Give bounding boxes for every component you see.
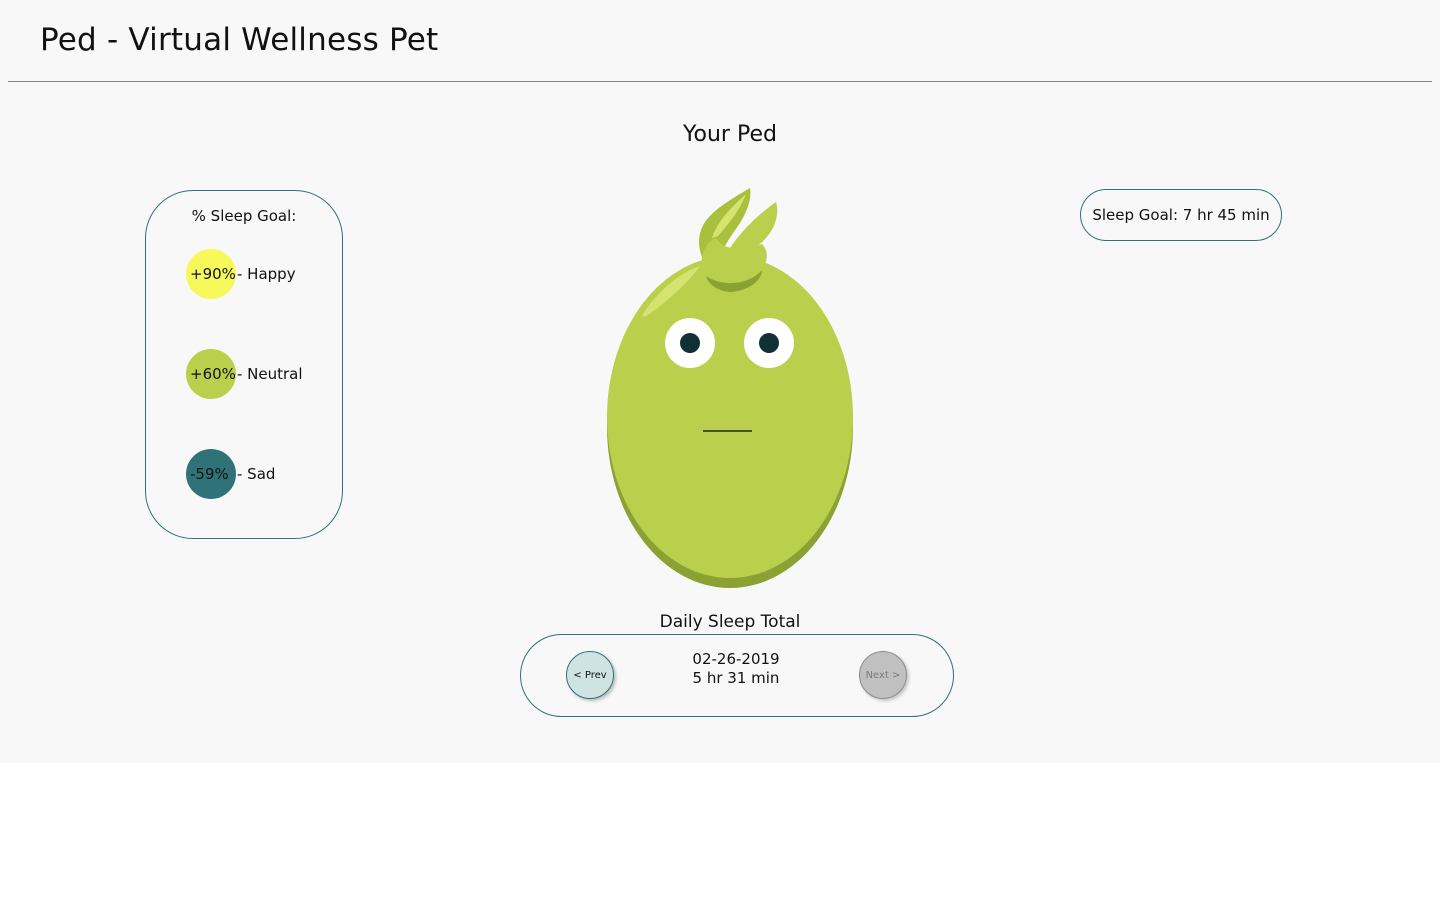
legend-item-neutral: +60% - Neutral [186, 349, 303, 399]
sleep-goal-legend: % Sleep Goal: +90% - Happy +60% - Neutra… [145, 190, 343, 539]
section-title: Your Ped [683, 122, 777, 147]
app-title: Ped - Virtual Wellness Pet [40, 22, 439, 58]
sleep-goal-badge: Sleep Goal: 7 hr 45 min [1080, 189, 1282, 241]
daily-sleep-total-label: Daily Sleep Total [659, 612, 801, 632]
legend-pct-happy: +90% [190, 265, 236, 283]
legend-item-sad: -59% - Sad [186, 449, 275, 499]
daily-sleep-panel: < Prev 02-26-2019 5 hr 31 min Next > [520, 634, 954, 717]
pet-avatar [607, 188, 853, 588]
legend-label-sad: - Sad [237, 465, 276, 483]
pet-right-pupil [759, 333, 779, 353]
legend-label-neutral: - Neutral [237, 365, 303, 383]
next-day-button[interactable]: Next > [859, 651, 907, 699]
pet-body [607, 256, 853, 578]
legend-title: % Sleep Goal: [191, 207, 297, 225]
legend-pct-neutral: +60% [190, 365, 236, 383]
pet-left-pupil [680, 333, 700, 353]
sleep-goal-label: Sleep Goal: 7 hr 45 min [1092, 206, 1270, 224]
legend-label-happy: - Happy [237, 265, 296, 283]
header-divider [8, 81, 1432, 82]
app-container: Ped - Virtual Wellness Pet Your Ped % Sl… [0, 0, 1440, 763]
legend-item-happy: +90% - Happy [186, 249, 296, 299]
legend-pct-sad: -59% [190, 465, 229, 483]
